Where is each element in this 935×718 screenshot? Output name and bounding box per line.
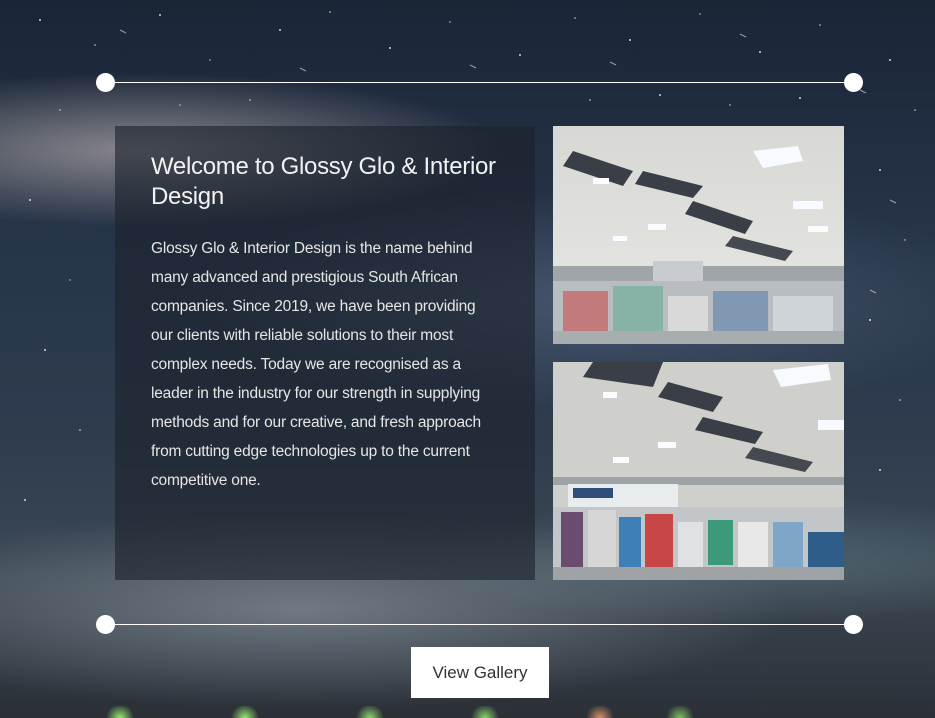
- welcome-panel: Welcome to Glossy Glo & Interior Design …: [115, 126, 535, 580]
- welcome-description: Glossy Glo & Interior Design is the name…: [151, 240, 481, 489]
- divider-dot: [844, 73, 863, 92]
- welcome-title: Welcome to Glossy Glo & Interior Design: [151, 153, 496, 210]
- top-divider: [96, 73, 863, 92]
- store-interior-photo: [553, 126, 844, 344]
- view-gallery-button[interactable]: View Gallery: [411, 647, 549, 698]
- divider-dot: [844, 615, 863, 634]
- divider-dot: [96, 615, 115, 634]
- divider-dot: [96, 73, 115, 92]
- store-aisle-photo: [553, 362, 844, 580]
- horizon-lights: [0, 706, 935, 718]
- bottom-divider: [96, 615, 863, 634]
